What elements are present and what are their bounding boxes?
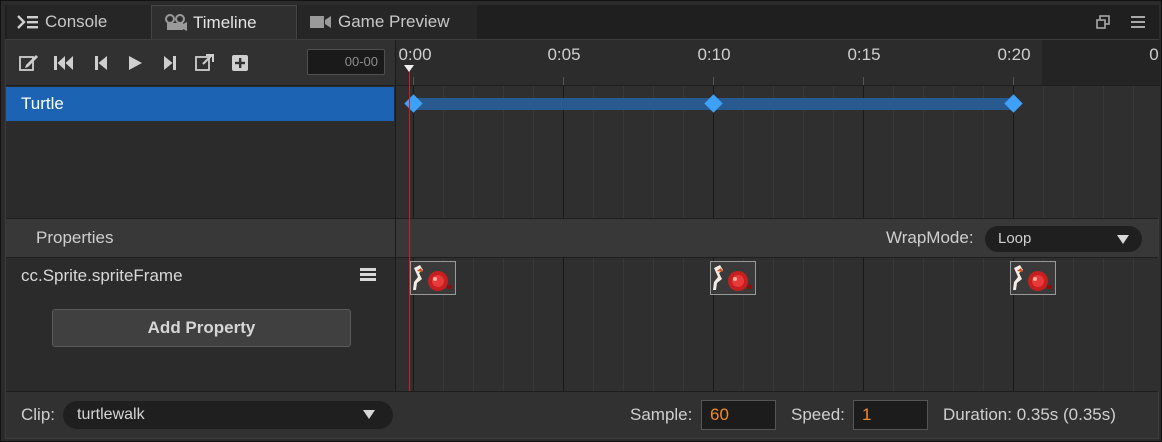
clip-value: turtlewalk: [77, 406, 145, 423]
speed-label: Speed:: [791, 405, 845, 424]
tab-console[interactable]: Console: [7, 5, 151, 39]
video-camera-icon: [310, 15, 332, 29]
time-ruler[interactable]: 0:00 0:05 0:10 0:15 0:20 0: [396, 40, 1160, 86]
ruler-tick: [1013, 77, 1014, 85]
grid-line: [1133, 258, 1134, 391]
node-row-turtle[interactable]: Turtle: [6, 87, 394, 121]
grid-line: [1073, 86, 1074, 218]
grid-line: [1073, 258, 1074, 391]
grid-line: [1133, 86, 1134, 218]
ruler-tick: [563, 77, 564, 85]
ruler-tick: [863, 77, 864, 85]
ruler-label: 0:10: [697, 45, 731, 64]
console-icon: [17, 14, 39, 30]
panel-menu-icon[interactable]: [1129, 13, 1147, 31]
ruler-label: 0: [1149, 45, 1159, 64]
tab-game-preview[interactable]: Game Preview: [298, 5, 477, 39]
playhead-line[interactable]: [409, 65, 410, 391]
add-property-button[interactable]: Add Property: [52, 309, 351, 347]
ruler-label: 0:00: [398, 45, 432, 64]
ruler-label: 0:15: [847, 45, 881, 64]
sample-label: Sample:: [630, 405, 693, 424]
edit-icon[interactable]: [18, 52, 40, 74]
jump-first-icon[interactable]: [53, 52, 75, 74]
grid-line: [923, 258, 924, 391]
pane-divider[interactable]: [395, 40, 396, 391]
timeline-panel: 00-00 Turtle 0:00 0:05 0:10 0:15 0:20 0: [5, 39, 1160, 439]
step-back-icon[interactable]: [90, 52, 112, 74]
wrapmode-value: Loop: [998, 230, 1032, 247]
wrapmode-label: WrapMode:: [886, 228, 974, 247]
play-icon[interactable]: [124, 52, 146, 74]
step-forward-icon[interactable]: [159, 52, 181, 74]
restore-window-icon[interactable]: [1094, 13, 1112, 31]
animation-toolbar: 00-00: [6, 40, 395, 86]
node-list: Turtle: [6, 86, 395, 218]
ruler-label: 0:05: [547, 45, 581, 64]
tab-label: Timeline: [193, 12, 257, 32]
timeline-icon: [163, 13, 187, 32]
grid-line: [623, 258, 624, 391]
properties-title: Properties: [36, 228, 114, 247]
grid-line: [953, 258, 954, 391]
grid-line: [1103, 258, 1104, 391]
clip-label: Clip:: [21, 405, 56, 424]
grid-line: [773, 258, 774, 391]
sprite-keyframe-thumbnail[interactable]: [410, 261, 456, 295]
grid-line: [503, 258, 504, 391]
clip-select[interactable]: turtlewalk: [63, 401, 393, 429]
grid-line: [1043, 86, 1044, 218]
property-timeline-track[interactable]: [396, 258, 1160, 391]
tab-timeline[interactable]: Timeline: [151, 5, 297, 39]
wrapmode-select[interactable]: Loop: [985, 226, 1142, 252]
grid-line: [533, 258, 534, 391]
node-timeline-track[interactable]: [396, 86, 1160, 218]
grid-line: [833, 258, 834, 391]
grid-line: [473, 258, 474, 391]
grid-line: [593, 258, 594, 391]
grid-line: [1103, 86, 1104, 218]
add-event-icon[interactable]: [229, 52, 251, 74]
property-menu-icon[interactable]: [360, 268, 376, 282]
grid-line: [863, 258, 864, 391]
sprite-keyframe-thumbnail[interactable]: [1010, 261, 1056, 295]
grid-line: [983, 258, 984, 391]
sprite-keyframe-thumbnail[interactable]: [710, 261, 756, 295]
grid-line: [893, 258, 894, 391]
playhead-handle[interactable]: [404, 65, 414, 72]
property-name[interactable]: cc.Sprite.spriteFrame: [21, 266, 183, 286]
property-list: cc.Sprite.spriteFrame Add Property: [6, 258, 395, 391]
grid-line: [683, 258, 684, 391]
ruler-label: 0:20: [997, 45, 1031, 64]
open-external-icon[interactable]: [194, 52, 216, 74]
chevron-down-icon: [1117, 235, 1129, 244]
tab-label: Game Preview: [338, 12, 450, 31]
clip-footer: Clip: turtlewalk Sample: 60 Speed: 1 Dur…: [6, 391, 1158, 438]
sample-input[interactable]: 60: [701, 400, 776, 430]
properties-header: Properties WrapMode: Loop: [6, 218, 1158, 258]
tab-bar: Console Timeline Game Preview: [5, 5, 1159, 39]
speed-input[interactable]: 1: [853, 400, 928, 430]
grid-line: [803, 258, 804, 391]
chevron-down-icon: [363, 410, 375, 419]
tab-label: Console: [45, 12, 108, 31]
timeline-window: Console Timeline Game Preview 00-00 Turt…: [0, 0, 1162, 442]
ruler-tick: [413, 77, 414, 85]
ruler-tick: [713, 77, 714, 85]
duration-text: Duration: 0.35s (0.35s): [943, 405, 1116, 424]
grid-line: [563, 258, 564, 391]
ruler-out-of-range: [1042, 40, 1160, 85]
grid-line: [653, 258, 654, 391]
current-time-input[interactable]: 00-00: [307, 49, 385, 75]
